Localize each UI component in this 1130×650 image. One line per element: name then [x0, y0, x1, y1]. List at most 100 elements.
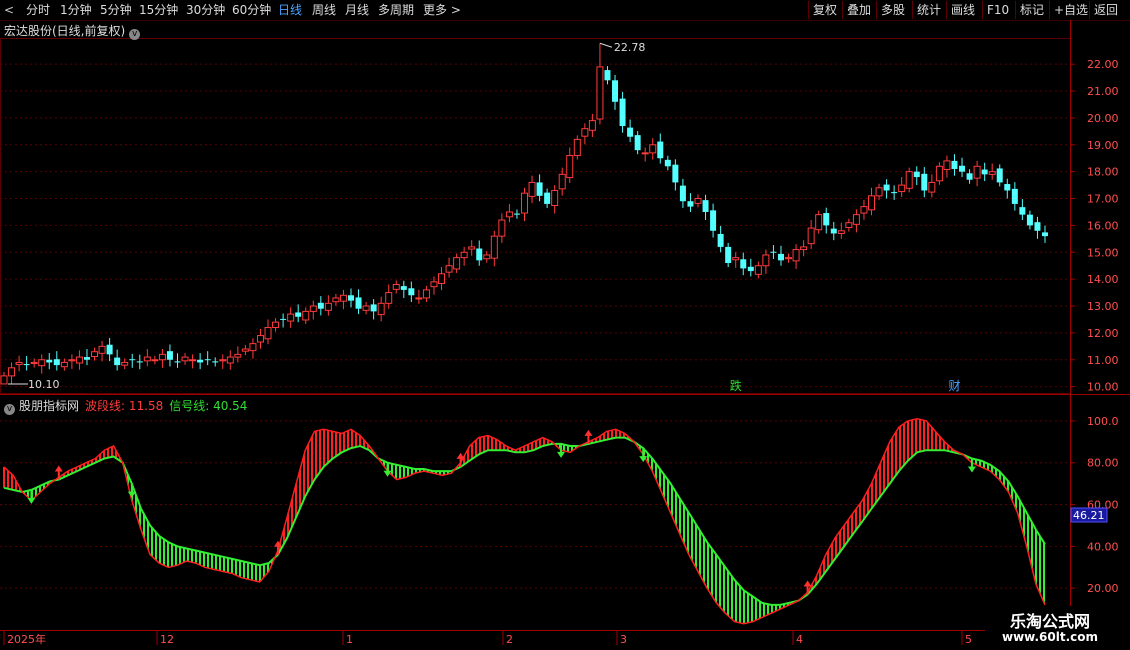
candle-body [868, 195, 875, 211]
candle-body [219, 359, 227, 362]
kline-chart[interactable]: 10.00 11.00 12.00 13.00 14.00 15.00 16.00 17.00… [0, 0, 1130, 650]
candle-body [725, 246, 732, 264]
candle-body [996, 168, 1003, 183]
candle-body [295, 312, 302, 317]
candle-body [98, 345, 106, 354]
indicator-tick-label: 20.00 [1087, 582, 1119, 595]
candle-body [702, 200, 709, 212]
candle-body [558, 173, 566, 190]
candle-body [664, 159, 671, 167]
candle-body [83, 357, 90, 360]
event-marker: 财 [948, 379, 960, 393]
indicator-bands [3, 419, 1045, 624]
high-marker-pointer [599, 42, 613, 48]
candle-body [860, 206, 868, 214]
candle-body [197, 359, 204, 363]
candle-body [921, 173, 928, 191]
candle-body [272, 321, 280, 329]
candle-body [596, 66, 604, 120]
candle-body [370, 304, 377, 312]
candle-body [800, 246, 808, 251]
candle-body [544, 192, 551, 204]
candle-body [641, 152, 649, 155]
price-tick-label: 10.00 [1087, 381, 1119, 394]
candle-body [362, 305, 370, 311]
candle-body [445, 265, 453, 273]
price-panel-frame [0, 38, 1071, 394]
candle-body [68, 359, 76, 362]
candle-body [249, 343, 257, 352]
candle-body [687, 201, 694, 207]
date-label: 3 [620, 633, 627, 646]
candle-body [422, 289, 430, 299]
candle-body [604, 70, 611, 81]
price-tick-label: 11.00 [1087, 354, 1119, 367]
candle-body [1019, 207, 1026, 215]
candle-body [75, 356, 83, 364]
candle-body [204, 359, 211, 361]
price-tick-label: 21.00 [1087, 85, 1119, 98]
candle-body [453, 257, 461, 270]
candle-body [959, 165, 966, 172]
candle-body [966, 173, 973, 180]
chevron-down-icon[interactable]: v [129, 29, 141, 40]
candle-body [174, 361, 181, 363]
candle-body [913, 171, 920, 178]
current-value-label: 46.21 [1073, 509, 1105, 522]
candle-body [408, 288, 415, 296]
candle-body [15, 361, 23, 366]
candle-body [38, 359, 46, 367]
candle-body [777, 253, 784, 261]
candle-body [891, 192, 898, 194]
candle-body [30, 361, 38, 365]
date-label: 2025年 [7, 632, 46, 646]
candle-body [928, 181, 936, 193]
candle-body [460, 251, 468, 259]
candle-body [573, 138, 581, 157]
candle-body [883, 184, 890, 191]
candle-body [498, 219, 506, 237]
candle-body [415, 297, 423, 300]
chevron-down-icon[interactable]: v [4, 404, 15, 415]
candle-body [785, 257, 793, 260]
price-tick-label: 20.00 [1087, 112, 1119, 125]
price-tick-label: 18.00 [1087, 166, 1119, 179]
candle-body [694, 198, 702, 204]
candle-body [898, 184, 906, 193]
candle-body [710, 210, 717, 231]
candle-body [935, 165, 943, 182]
candle-body [114, 357, 121, 366]
candle-body [151, 359, 159, 362]
candle-body [0, 375, 8, 385]
candle-body [468, 246, 476, 250]
date-label: 1 [346, 633, 353, 646]
candle-body [91, 351, 99, 358]
candle-body [158, 353, 166, 361]
candle-body [973, 165, 981, 179]
candle-body [627, 127, 634, 137]
candle-body [1034, 222, 1041, 231]
price-tick-label: 16.00 [1087, 219, 1119, 232]
candle-body [732, 257, 740, 261]
candle-body [8, 367, 16, 377]
candle-body [1011, 188, 1018, 204]
high-marker-label: 22.78 [614, 41, 646, 54]
candle-body [551, 189, 559, 207]
candle-body [852, 214, 860, 225]
candle-body [875, 187, 883, 197]
candle-body [762, 254, 770, 267]
watermark-title: 乐淘公式网 [1009, 612, 1090, 631]
candle-body [241, 348, 249, 352]
wave-line-label: 波段线: 11.58 [85, 399, 164, 413]
candle-body [657, 141, 664, 159]
candle-body [166, 351, 173, 360]
candle-body [830, 228, 837, 234]
candle-body [385, 292, 393, 304]
candle-body [612, 80, 619, 102]
candle-body [106, 344, 113, 355]
stock-title-text: 宏达股份(日线,前复权) [4, 24, 126, 38]
indicator-tick-label: 80.00 [1087, 457, 1119, 470]
candle-body [740, 259, 747, 269]
price-tick-label: 12.00 [1087, 327, 1119, 340]
candle-body [339, 294, 347, 302]
